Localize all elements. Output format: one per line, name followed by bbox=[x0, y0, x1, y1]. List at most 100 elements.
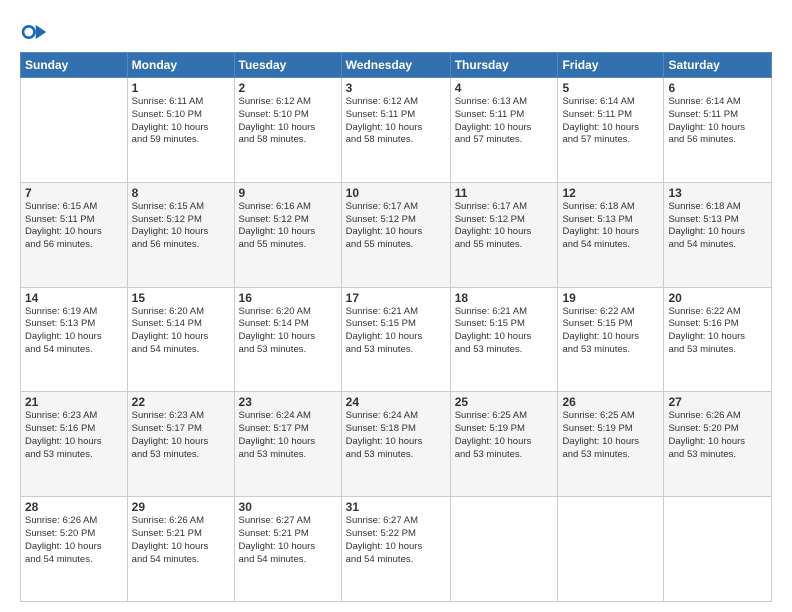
day-cell: 20Sunrise: 6:22 AM Sunset: 5:16 PM Dayli… bbox=[664, 287, 772, 392]
day-number: 4 bbox=[455, 81, 554, 95]
header-cell-monday: Monday bbox=[127, 53, 234, 78]
day-cell: 16Sunrise: 6:20 AM Sunset: 5:14 PM Dayli… bbox=[234, 287, 341, 392]
day-cell: 15Sunrise: 6:20 AM Sunset: 5:14 PM Dayli… bbox=[127, 287, 234, 392]
day-info: Sunrise: 6:11 AM Sunset: 5:10 PM Dayligh… bbox=[132, 96, 230, 147]
week-row-2: 7Sunrise: 6:15 AM Sunset: 5:11 PM Daylig… bbox=[21, 182, 772, 287]
day-number: 31 bbox=[346, 500, 446, 514]
day-number: 20 bbox=[668, 291, 767, 305]
day-info: Sunrise: 6:15 AM Sunset: 5:12 PM Dayligh… bbox=[132, 201, 230, 252]
day-number: 28 bbox=[25, 500, 123, 514]
day-info: Sunrise: 6:25 AM Sunset: 5:19 PM Dayligh… bbox=[562, 410, 659, 461]
day-number: 3 bbox=[346, 81, 446, 95]
day-cell: 10Sunrise: 6:17 AM Sunset: 5:12 PM Dayli… bbox=[341, 182, 450, 287]
day-info: Sunrise: 6:22 AM Sunset: 5:16 PM Dayligh… bbox=[668, 306, 767, 357]
header-cell-sunday: Sunday bbox=[21, 53, 128, 78]
day-cell: 28Sunrise: 6:26 AM Sunset: 5:20 PM Dayli… bbox=[21, 497, 128, 602]
day-number: 16 bbox=[239, 291, 337, 305]
day-info: Sunrise: 6:14 AM Sunset: 5:11 PM Dayligh… bbox=[562, 96, 659, 147]
day-info: Sunrise: 6:19 AM Sunset: 5:13 PM Dayligh… bbox=[25, 306, 123, 357]
day-number: 5 bbox=[562, 81, 659, 95]
day-info: Sunrise: 6:13 AM Sunset: 5:11 PM Dayligh… bbox=[455, 96, 554, 147]
header-cell-thursday: Thursday bbox=[450, 53, 558, 78]
day-number: 1 bbox=[132, 81, 230, 95]
day-info: Sunrise: 6:12 AM Sunset: 5:11 PM Dayligh… bbox=[346, 96, 446, 147]
day-cell: 6Sunrise: 6:14 AM Sunset: 5:11 PM Daylig… bbox=[664, 78, 772, 183]
day-number: 30 bbox=[239, 500, 337, 514]
day-cell bbox=[558, 497, 664, 602]
day-info: Sunrise: 6:12 AM Sunset: 5:10 PM Dayligh… bbox=[239, 96, 337, 147]
day-cell: 30Sunrise: 6:27 AM Sunset: 5:21 PM Dayli… bbox=[234, 497, 341, 602]
header-cell-friday: Friday bbox=[558, 53, 664, 78]
day-number: 8 bbox=[132, 186, 230, 200]
day-cell: 8Sunrise: 6:15 AM Sunset: 5:12 PM Daylig… bbox=[127, 182, 234, 287]
logo-icon bbox=[20, 18, 48, 46]
week-row-3: 14Sunrise: 6:19 AM Sunset: 5:13 PM Dayli… bbox=[21, 287, 772, 392]
day-info: Sunrise: 6:18 AM Sunset: 5:13 PM Dayligh… bbox=[562, 201, 659, 252]
day-number: 2 bbox=[239, 81, 337, 95]
day-cell: 7Sunrise: 6:15 AM Sunset: 5:11 PM Daylig… bbox=[21, 182, 128, 287]
day-cell: 5Sunrise: 6:14 AM Sunset: 5:11 PM Daylig… bbox=[558, 78, 664, 183]
day-info: Sunrise: 6:18 AM Sunset: 5:13 PM Dayligh… bbox=[668, 201, 767, 252]
day-info: Sunrise: 6:27 AM Sunset: 5:21 PM Dayligh… bbox=[239, 515, 337, 566]
day-cell: 13Sunrise: 6:18 AM Sunset: 5:13 PM Dayli… bbox=[664, 182, 772, 287]
day-info: Sunrise: 6:25 AM Sunset: 5:19 PM Dayligh… bbox=[455, 410, 554, 461]
header-row: SundayMondayTuesdayWednesdayThursdayFrid… bbox=[21, 53, 772, 78]
day-cell: 19Sunrise: 6:22 AM Sunset: 5:15 PM Dayli… bbox=[558, 287, 664, 392]
day-number: 21 bbox=[25, 395, 123, 409]
day-number: 7 bbox=[25, 186, 123, 200]
header-cell-wednesday: Wednesday bbox=[341, 53, 450, 78]
day-number: 12 bbox=[562, 186, 659, 200]
week-row-5: 28Sunrise: 6:26 AM Sunset: 5:20 PM Dayli… bbox=[21, 497, 772, 602]
day-cell bbox=[21, 78, 128, 183]
logo bbox=[20, 18, 52, 46]
header bbox=[20, 18, 772, 46]
day-cell: 24Sunrise: 6:24 AM Sunset: 5:18 PM Dayli… bbox=[341, 392, 450, 497]
day-number: 25 bbox=[455, 395, 554, 409]
day-number: 23 bbox=[239, 395, 337, 409]
day-number: 6 bbox=[668, 81, 767, 95]
day-number: 24 bbox=[346, 395, 446, 409]
day-info: Sunrise: 6:23 AM Sunset: 5:16 PM Dayligh… bbox=[25, 410, 123, 461]
day-info: Sunrise: 6:21 AM Sunset: 5:15 PM Dayligh… bbox=[346, 306, 446, 357]
day-number: 11 bbox=[455, 186, 554, 200]
page: SundayMondayTuesdayWednesdayThursdayFrid… bbox=[0, 0, 792, 612]
day-number: 17 bbox=[346, 291, 446, 305]
day-cell: 25Sunrise: 6:25 AM Sunset: 5:19 PM Dayli… bbox=[450, 392, 558, 497]
day-number: 22 bbox=[132, 395, 230, 409]
day-cell: 12Sunrise: 6:18 AM Sunset: 5:13 PM Dayli… bbox=[558, 182, 664, 287]
day-cell: 17Sunrise: 6:21 AM Sunset: 5:15 PM Dayli… bbox=[341, 287, 450, 392]
header-cell-tuesday: Tuesday bbox=[234, 53, 341, 78]
day-number: 29 bbox=[132, 500, 230, 514]
day-cell: 3Sunrise: 6:12 AM Sunset: 5:11 PM Daylig… bbox=[341, 78, 450, 183]
day-number: 15 bbox=[132, 291, 230, 305]
header-cell-saturday: Saturday bbox=[664, 53, 772, 78]
day-info: Sunrise: 6:27 AM Sunset: 5:22 PM Dayligh… bbox=[346, 515, 446, 566]
day-number: 9 bbox=[239, 186, 337, 200]
day-cell: 18Sunrise: 6:21 AM Sunset: 5:15 PM Dayli… bbox=[450, 287, 558, 392]
day-info: Sunrise: 6:20 AM Sunset: 5:14 PM Dayligh… bbox=[132, 306, 230, 357]
day-info: Sunrise: 6:26 AM Sunset: 5:21 PM Dayligh… bbox=[132, 515, 230, 566]
day-cell: 22Sunrise: 6:23 AM Sunset: 5:17 PM Dayli… bbox=[127, 392, 234, 497]
day-cell: 27Sunrise: 6:26 AM Sunset: 5:20 PM Dayli… bbox=[664, 392, 772, 497]
day-cell: 2Sunrise: 6:12 AM Sunset: 5:10 PM Daylig… bbox=[234, 78, 341, 183]
day-number: 18 bbox=[455, 291, 554, 305]
day-info: Sunrise: 6:22 AM Sunset: 5:15 PM Dayligh… bbox=[562, 306, 659, 357]
day-info: Sunrise: 6:26 AM Sunset: 5:20 PM Dayligh… bbox=[25, 515, 123, 566]
day-cell: 14Sunrise: 6:19 AM Sunset: 5:13 PM Dayli… bbox=[21, 287, 128, 392]
day-info: Sunrise: 6:24 AM Sunset: 5:18 PM Dayligh… bbox=[346, 410, 446, 461]
day-cell: 29Sunrise: 6:26 AM Sunset: 5:21 PM Dayli… bbox=[127, 497, 234, 602]
day-cell: 23Sunrise: 6:24 AM Sunset: 5:17 PM Dayli… bbox=[234, 392, 341, 497]
day-info: Sunrise: 6:17 AM Sunset: 5:12 PM Dayligh… bbox=[455, 201, 554, 252]
day-number: 13 bbox=[668, 186, 767, 200]
day-number: 27 bbox=[668, 395, 767, 409]
day-info: Sunrise: 6:15 AM Sunset: 5:11 PM Dayligh… bbox=[25, 201, 123, 252]
day-cell: 31Sunrise: 6:27 AM Sunset: 5:22 PM Dayli… bbox=[341, 497, 450, 602]
day-number: 26 bbox=[562, 395, 659, 409]
week-row-1: 1Sunrise: 6:11 AM Sunset: 5:10 PM Daylig… bbox=[21, 78, 772, 183]
day-cell: 11Sunrise: 6:17 AM Sunset: 5:12 PM Dayli… bbox=[450, 182, 558, 287]
day-info: Sunrise: 6:16 AM Sunset: 5:12 PM Dayligh… bbox=[239, 201, 337, 252]
day-info: Sunrise: 6:20 AM Sunset: 5:14 PM Dayligh… bbox=[239, 306, 337, 357]
calendar-table: SundayMondayTuesdayWednesdayThursdayFrid… bbox=[20, 52, 772, 602]
day-info: Sunrise: 6:26 AM Sunset: 5:20 PM Dayligh… bbox=[668, 410, 767, 461]
day-cell: 1Sunrise: 6:11 AM Sunset: 5:10 PM Daylig… bbox=[127, 78, 234, 183]
